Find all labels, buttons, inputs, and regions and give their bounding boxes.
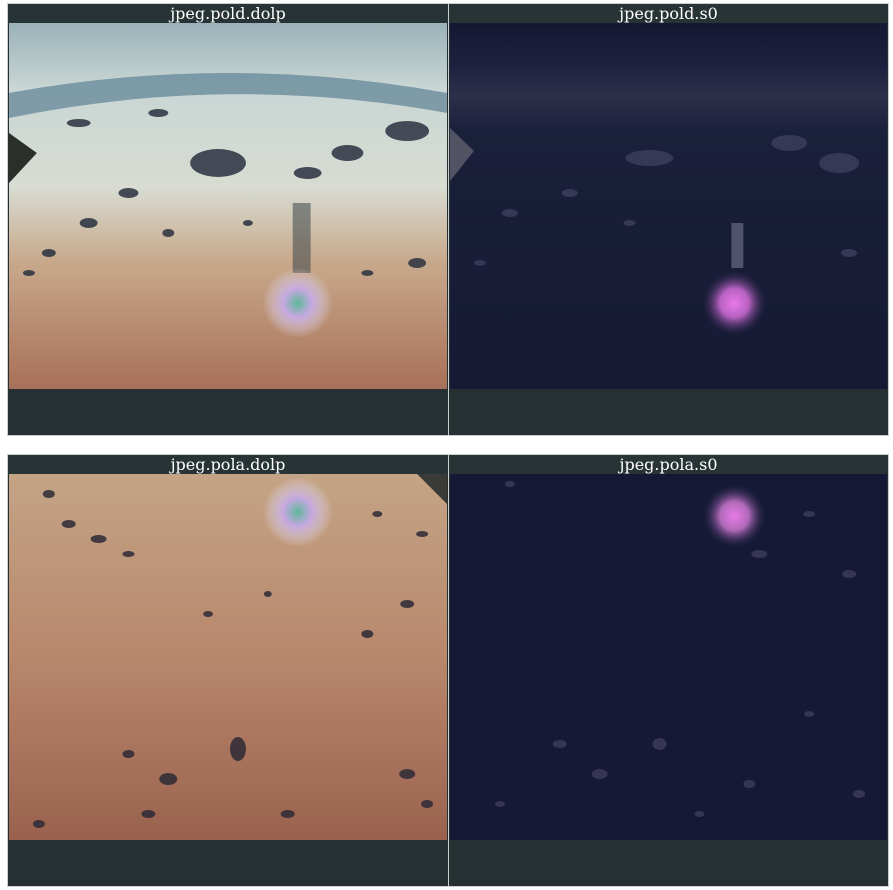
s0-image[interactable]: [450, 23, 887, 389]
image-panel-pola: jpeg.pola.dolp jpeg.pola.s0: [7, 454, 889, 887]
image-cell-pold-s0[interactable]: jpeg.pold.s0: [449, 4, 888, 435]
image-footer: [8, 840, 448, 886]
image-title: jpeg.pold.s0: [449, 4, 888, 23]
image-footer: [8, 389, 448, 435]
image-footer: [449, 840, 888, 886]
image-title: jpeg.pola.dolp: [8, 455, 448, 474]
image-cell-pola-s0[interactable]: jpeg.pola.s0: [449, 455, 888, 886]
image-cell-pola-dolp[interactable]: jpeg.pola.dolp: [8, 455, 449, 886]
s0-image[interactable]: [450, 474, 887, 840]
dolp-image[interactable]: [9, 23, 447, 389]
image-cell-pold-dolp[interactable]: jpeg.pold.dolp: [8, 4, 449, 435]
image-panel-pold: jpeg.pold.dolp jpeg.pold.s0: [7, 3, 889, 436]
dolp-image[interactable]: [9, 474, 447, 840]
image-title: jpeg.pola.s0: [449, 455, 888, 474]
image-footer: [449, 389, 888, 435]
image-title: jpeg.pold.dolp: [8, 4, 448, 23]
